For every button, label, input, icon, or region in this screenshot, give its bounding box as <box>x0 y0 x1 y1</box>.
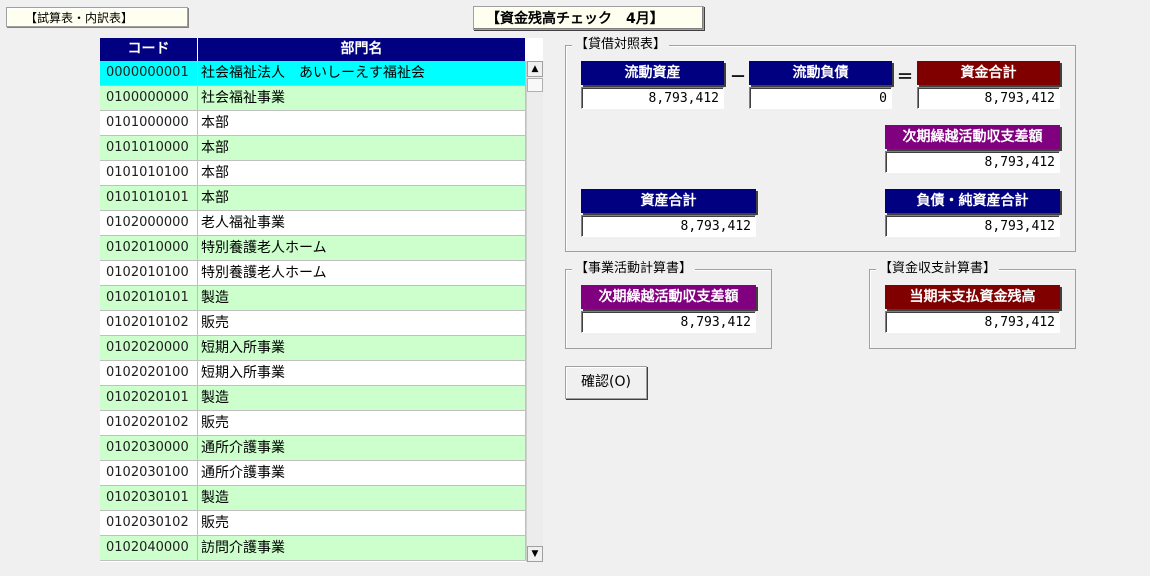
department-code-cell[interactable]: 0102020100 <box>100 361 198 386</box>
bs-carryover-value: 8,793,412 <box>885 151 1060 173</box>
balance-sheet-title: 【貸借対照表】 <box>572 37 670 53</box>
cashflow-statement-title: 【資金収支計算書】 <box>876 261 1000 277</box>
table-row[interactable]: 0102020100 短期入所事業 <box>100 361 526 386</box>
confirm-button[interactable]: 確認(O) <box>565 366 647 399</box>
column-header-code[interactable]: コード <box>100 38 198 61</box>
table-row[interactable]: 0000000001 社会福祉法人 あいしーえす福祉会 <box>100 61 526 86</box>
table-row[interactable]: 0101010100 本部 <box>100 161 526 186</box>
table-row[interactable]: 0101010000 本部 <box>100 136 526 161</box>
table-row[interactable]: 0102000000 老人福祉事業 <box>100 211 526 236</box>
total-assets-label: 資産合計 <box>581 189 756 213</box>
minus-operator: － <box>730 67 747 86</box>
fund-total-value: 8,793,412 <box>917 87 1060 109</box>
total-assets-value: 8,793,412 <box>581 215 756 237</box>
department-code-cell[interactable]: 0102000000 <box>100 211 198 236</box>
department-name-cell[interactable]: 製造 <box>198 286 526 311</box>
table-row[interactable]: 0102020000 短期入所事業 <box>100 336 526 361</box>
table-row[interactable]: 0102010100 特別養護老人ホーム <box>100 261 526 286</box>
tab-trial-balance[interactable]: 【試算表・内訳表】 <box>6 7 188 27</box>
department-code-cell[interactable]: 0102030000 <box>100 436 198 461</box>
grid-header: コード 部門名 <box>100 38 526 61</box>
department-code-cell[interactable]: 0000000001 <box>100 61 198 86</box>
table-row[interactable]: 0102040000 訪問介護事業 <box>100 536 526 561</box>
activity-statement-title: 【事業活動計算書】 <box>572 261 696 277</box>
department-name-cell[interactable]: 老人福祉事業 <box>198 211 526 236</box>
department-code-cell[interactable]: 0102030100 <box>100 461 198 486</box>
department-name-cell[interactable]: 製造 <box>198 386 526 411</box>
department-name-cell[interactable]: 短期入所事業 <box>198 336 526 361</box>
department-name-cell[interactable]: 特別養護老人ホーム <box>198 236 526 261</box>
total-liabilities-net-assets-value: 8,793,412 <box>885 215 1060 237</box>
department-code-cell[interactable]: 0100000000 <box>100 86 198 111</box>
table-row[interactable]: 0101010101 本部 <box>100 186 526 211</box>
current-assets-value: 8,793,412 <box>581 87 724 109</box>
department-name-cell[interactable]: 社会福祉事業 <box>198 86 526 111</box>
department-name-cell[interactable]: 販売 <box>198 411 526 436</box>
department-name-cell[interactable]: 本部 <box>198 136 526 161</box>
table-row[interactable]: 0102030101 製造 <box>100 486 526 511</box>
department-code-cell[interactable]: 0101010101 <box>100 186 198 211</box>
department-code-cell[interactable]: 0102020102 <box>100 411 198 436</box>
department-code-cell[interactable]: 0102020101 <box>100 386 198 411</box>
activity-statement-group: 【事業活動計算書】 <box>565 261 772 349</box>
department-name-cell[interactable]: 短期入所事業 <box>198 361 526 386</box>
department-name-cell[interactable]: 特別養護老人ホーム <box>198 261 526 286</box>
current-liabilities-value: 0 <box>749 87 892 109</box>
department-name-cell[interactable]: 販売 <box>198 311 526 336</box>
scroll-down-button[interactable]: ▼ <box>527 546 543 562</box>
department-code-cell[interactable]: 0102010000 <box>100 236 198 261</box>
department-code-cell[interactable]: 0102010100 <box>100 261 198 286</box>
department-code-cell[interactable]: 0102030102 <box>100 511 198 536</box>
department-code-cell[interactable]: 0102040000 <box>100 536 198 561</box>
department-grid[interactable]: コード 部門名 0000000001 社会福祉法人 あいしーえす福祉会 010000… <box>100 38 543 562</box>
department-code-cell[interactable]: 0102030101 <box>100 486 198 511</box>
table-row[interactable]: 0102030100 通所介護事業 <box>100 461 526 486</box>
ending-balance-value: 8,793,412 <box>885 311 1060 333</box>
fund-total-label: 資金合計 <box>917 61 1060 85</box>
department-name-cell[interactable]: 通所介護事業 <box>198 436 526 461</box>
cashflow-statement-group: 【資金収支計算書】 <box>869 261 1076 349</box>
table-row[interactable]: 0101000000 本部 <box>100 111 526 136</box>
department-code-cell[interactable]: 0101000000 <box>100 111 198 136</box>
total-liabilities-net-assets-label: 負債・純資産合計 <box>885 189 1060 213</box>
table-row[interactable]: 0102010102 販売 <box>100 311 526 336</box>
as-carryover-label: 次期繰越活動収支差額 <box>581 285 756 309</box>
column-header-department-name[interactable]: 部門名 <box>198 38 526 61</box>
department-name-cell[interactable]: 社会福祉法人 あいしーえす福祉会 <box>198 61 526 86</box>
as-carryover-value: 8,793,412 <box>581 311 756 333</box>
department-code-cell[interactable]: 0102020000 <box>100 336 198 361</box>
table-row[interactable]: 0102030102 販売 <box>100 511 526 536</box>
department-code-cell[interactable]: 0102010102 <box>100 311 198 336</box>
current-assets-label: 流動資産 <box>581 61 724 85</box>
screen-title: 【資金残高チェック 4月】 <box>473 6 704 30</box>
department-code-cell[interactable]: 0101010000 <box>100 136 198 161</box>
department-code-cell[interactable]: 0101010100 <box>100 161 198 186</box>
table-row[interactable]: 0102010000 特別養護老人ホーム <box>100 236 526 261</box>
table-row[interactable]: 0102030000 通所介護事業 <box>100 436 526 461</box>
department-name-cell[interactable]: 訪問介護事業 <box>198 536 526 561</box>
scroll-up-button[interactable]: ▲ <box>527 61 543 77</box>
bs-carryover-label: 次期繰越活動収支差額 <box>885 125 1060 149</box>
department-name-cell[interactable]: 本部 <box>198 161 526 186</box>
department-code-cell[interactable]: 0102010101 <box>100 286 198 311</box>
current-liabilities-label: 流動負債 <box>749 61 892 85</box>
table-row[interactable]: 0102020101 製造 <box>100 386 526 411</box>
department-name-cell[interactable]: 通所介護事業 <box>198 461 526 486</box>
department-name-cell[interactable]: 販売 <box>198 511 526 536</box>
grid-scrollbar[interactable]: ▲ ▼ <box>526 61 543 562</box>
department-name-cell[interactable]: 製造 <box>198 486 526 511</box>
table-row[interactable]: 0100000000 社会福祉事業 <box>100 86 526 111</box>
table-row[interactable]: 0102010101 製造 <box>100 286 526 311</box>
equals-operator: ＝ <box>897 67 914 86</box>
department-name-cell[interactable]: 本部 <box>198 111 526 136</box>
ending-balance-label: 当期末支払資金残高 <box>885 285 1060 309</box>
department-name-cell[interactable]: 本部 <box>198 186 526 211</box>
scroll-thumb[interactable] <box>527 78 543 92</box>
table-row[interactable]: 0102020102 販売 <box>100 411 526 436</box>
